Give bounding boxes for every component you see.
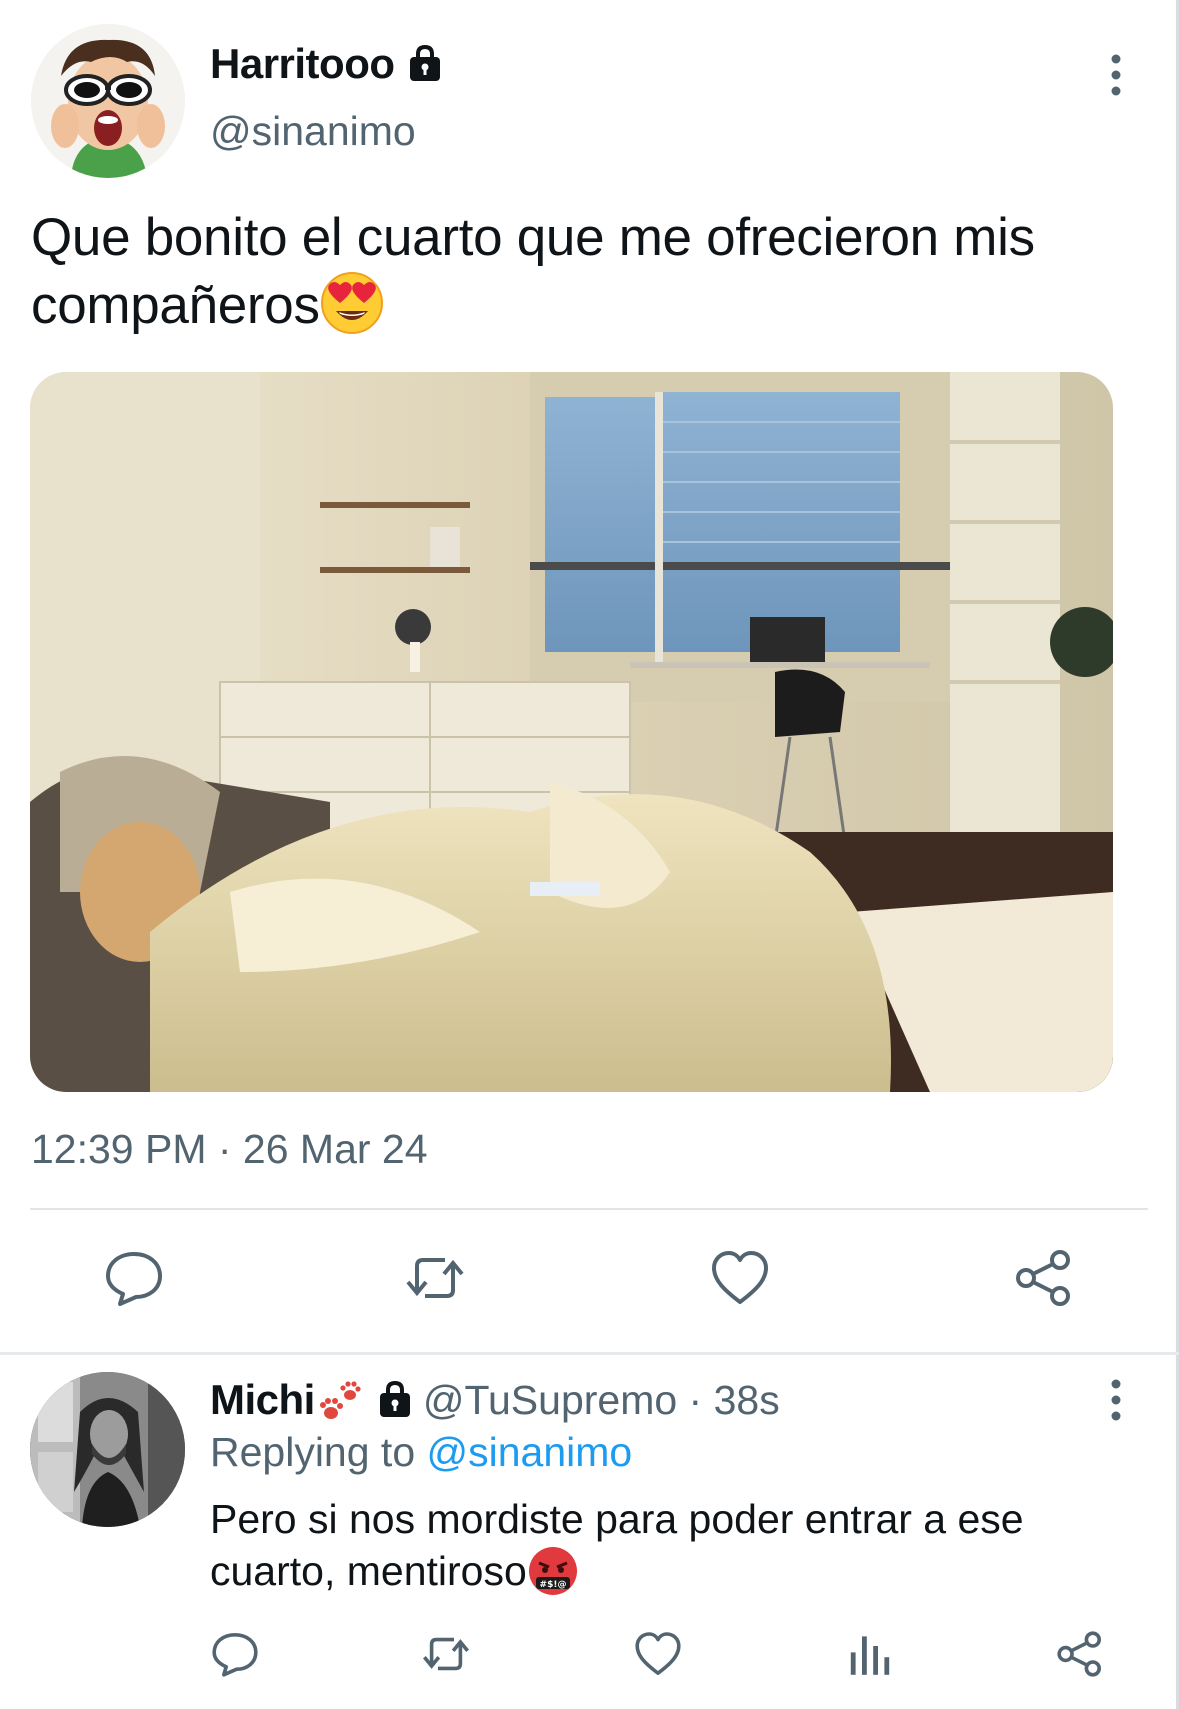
bedroom-photo [30, 372, 1113, 1092]
like-icon[interactable] [634, 1630, 682, 1678]
replying-to-mention[interactable]: @sinanimo [427, 1429, 633, 1475]
share-icon[interactable] [1056, 1630, 1104, 1678]
svg-text:#$!@: #$!@ [539, 1580, 566, 1590]
heart-eyes-emoji-icon [320, 272, 383, 334]
more-options-icon[interactable] [1096, 1377, 1136, 1423]
avatar[interactable] [30, 1372, 185, 1527]
paw-prints-emoji-icon [319, 1381, 361, 1419]
author-handle[interactable]: @sinanimo [210, 108, 416, 155]
more-options-icon[interactable] [1096, 52, 1136, 98]
reply-handle-time[interactable]: @TuSupremo · 38s [423, 1377, 780, 1424]
tweet-timestamp[interactable]: 12:39 PM · 26 Mar 24 [31, 1126, 428, 1173]
avatar-image [31, 24, 185, 178]
tweet-text-content: Que bonito el cuarto que me ofrecieron m… [31, 208, 1035, 335]
reply-icon[interactable] [211, 1630, 259, 1678]
views-icon[interactable] [846, 1630, 894, 1678]
lock-icon [379, 1380, 410, 1417]
lock-icon [409, 44, 440, 81]
author-name-row[interactable]: Harritooo [210, 40, 445, 88]
reply-icon[interactable] [104, 1248, 164, 1308]
replying-to-label: Replying to [210, 1429, 427, 1475]
reply-text-content: Pero si nos mordiste para poder entrar a… [210, 1496, 1024, 1594]
tweet-media-image[interactable] [30, 372, 1113, 1092]
avatar[interactable] [31, 24, 185, 178]
retweet-icon[interactable] [422, 1630, 470, 1678]
section-separator [0, 1352, 1179, 1355]
display-name[interactable]: Harritooo [210, 40, 395, 88]
reply-text: Pero si nos mordiste para poder entrar a… [210, 1493, 1130, 1597]
reply-header: Michi @TuSupremo · 38s [210, 1376, 780, 1424]
reply-display-name[interactable]: Michi [210, 1376, 315, 1424]
avatar-image [30, 1372, 185, 1527]
retweet-icon[interactable] [405, 1248, 465, 1308]
tweet-text: Que bonito el cuarto que me ofrecieron m… [31, 205, 1151, 339]
like-icon[interactable] [710, 1248, 770, 1308]
reply-actions-bar [0, 1630, 1179, 1680]
tweet-actions-bar [0, 1248, 1179, 1312]
share-icon[interactable] [1014, 1248, 1074, 1308]
replying-to: Replying to @sinanimo [210, 1429, 632, 1476]
divider [30, 1208, 1148, 1210]
tweet-detail-screen: Harritooo @sinanimo Que bonito el cuarto… [0, 0, 1179, 1709]
cursing-face-emoji-icon: #$!@ [528, 1547, 577, 1595]
